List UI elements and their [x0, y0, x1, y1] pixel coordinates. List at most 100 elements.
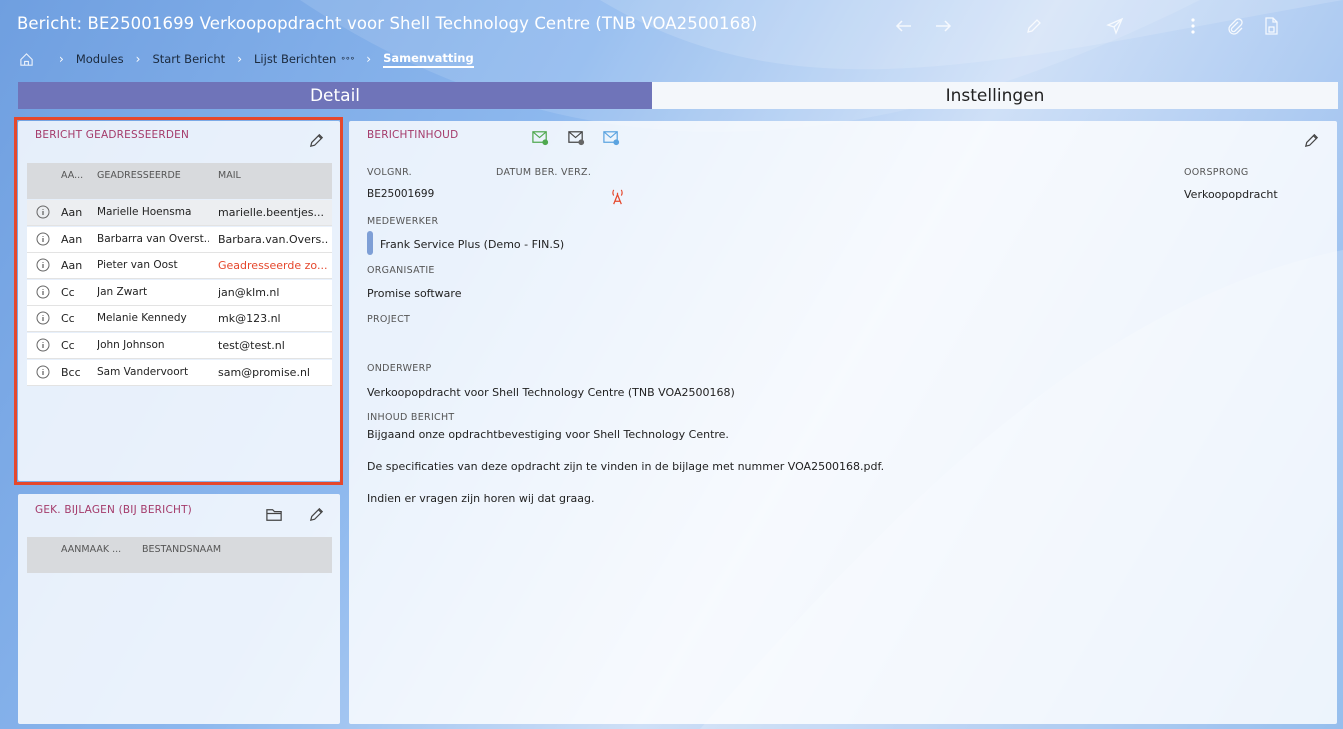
addressee-name: Pieter van Oost: [97, 259, 178, 271]
table-row[interactable]: Aan Barbarra van Overst... Barbara.van.Ove…: [27, 227, 332, 253]
breadcrumb-start-bericht[interactable]: Start Bericht: [152, 52, 225, 66]
column-header-type[interactable]: AA...: [61, 170, 83, 181]
addressee-mail: mk@123.nl: [218, 312, 281, 325]
inhoud-label: INHOUD BERICHT: [367, 412, 455, 423]
arrow-right-icon[interactable]: [931, 14, 955, 38]
message-content-title: BERICHTINHOUD: [367, 129, 459, 141]
info-icon[interactable]: [36, 258, 50, 272]
addressee-name: Melanie Kennedy: [97, 312, 187, 324]
breadcrumb-more[interactable]: ∘∘∘: [340, 54, 355, 64]
medewerker-color-bar: [367, 231, 373, 255]
mail-add-icon: [531, 130, 548, 145]
attachments-title: GEK. BIJLAGEN (BIJ BERICHT): [35, 504, 192, 516]
column-header-filename[interactable]: BESTANDSNAAM: [142, 544, 221, 555]
info-icon[interactable]: [36, 311, 50, 325]
datum-label: DATUM BER. VERZ.: [496, 167, 592, 178]
table-row[interactable]: Bcc Sam Vandervoort sam@promise.nl: [27, 360, 332, 386]
addressee-type: Aan: [61, 206, 83, 219]
addressee-mail: sam@promise.nl: [218, 366, 310, 379]
folder-icon: [265, 508, 282, 521]
breadcrumb: › Modules › Start Bericht › Lijst Berich…: [19, 49, 474, 69]
tab-bar: Detail Instellingen: [18, 82, 1338, 109]
tab-instellingen[interactable]: Instellingen: [652, 82, 1338, 109]
antenna-icon: [606, 185, 628, 207]
breadcrumb-modules[interactable]: Modules: [76, 52, 124, 66]
column-header-addressee[interactable]: GEADRESSEERDE: [97, 170, 181, 181]
volgnr-value: BE25001699: [367, 188, 435, 200]
addressee-name: Marielle Hoensma: [97, 206, 192, 218]
addressee-mail: test@test.nl: [218, 339, 285, 352]
breadcrumb-samenvatting[interactable]: Samenvatting: [383, 51, 474, 68]
pencil-icon: [309, 133, 323, 147]
addressee-type: Aan: [61, 233, 83, 246]
organisatie-value[interactable]: Promise software: [367, 287, 461, 300]
chevron-right-icon: ›: [135, 52, 141, 66]
document-icon[interactable]: [1259, 14, 1283, 38]
addressees-title: BERICHT GEADRESSEERDEN: [35, 129, 190, 141]
edit-message-button[interactable]: [1300, 129, 1322, 151]
mail-settings-icon: [567, 130, 584, 145]
addressee-name: Sam Vandervoort: [97, 366, 189, 378]
addressee-type: Cc: [61, 339, 75, 352]
addressee-type: Cc: [61, 286, 75, 299]
onderwerp-label: ONDERWERP: [367, 363, 432, 374]
pencil-icon[interactable]: [1022, 14, 1046, 38]
home-icon[interactable]: [19, 51, 35, 67]
body-line-3: Indien er vragen zijn horen wij dat graa…: [367, 492, 595, 505]
addressee-type: Aan: [61, 259, 83, 272]
medewerker-label: MEDEWERKER: [367, 216, 439, 227]
open-folder-button[interactable]: [263, 503, 285, 525]
table-row[interactable]: Cc Jan Zwart jan@klm.nl: [27, 280, 332, 306]
addressee-mail: Barbara.van.Overs...: [218, 233, 328, 246]
more-vertical-icon[interactable]: [1181, 14, 1205, 38]
addressee-mail: jan@klm.nl: [218, 286, 280, 299]
column-header-created[interactable]: AANMAAK ...: [61, 544, 121, 555]
attachments-grid-header: AANMAAK ... BESTANDSNAAM: [27, 537, 332, 573]
chevron-right-icon: ›: [366, 52, 372, 66]
mail-add-button[interactable]: [529, 126, 551, 148]
table-row[interactable]: Aan Marielle Hoensma marielle.beentjes...: [27, 200, 332, 226]
addressee-name: Jan Zwart: [97, 286, 148, 298]
oorsprong-value: Verkoopopdracht: [1184, 188, 1278, 201]
addressee-mail: Geadresseerde zo...: [218, 259, 328, 272]
info-icon[interactable]: [36, 285, 50, 299]
attachments-panel: GEK. BIJLAGEN (BIJ BERICHT) AANMAAK ... …: [18, 494, 340, 724]
oorsprong-label: OORSPRONG: [1184, 167, 1249, 178]
volgnr-label: VOLGNR.: [367, 167, 412, 178]
mail-forward-button[interactable]: [600, 126, 622, 148]
breadcrumb-lijst-berichten[interactable]: Lijst Berichten: [254, 52, 336, 66]
arrow-left-icon[interactable]: [892, 14, 916, 38]
column-header-mail[interactable]: MAIL: [218, 170, 241, 181]
medewerker-value[interactable]: Frank Service Plus (Demo - FIN.S): [380, 238, 564, 251]
onderwerp-value: Verkoopopdracht voor Shell Technology Ce…: [367, 386, 735, 399]
window-title: Bericht: BE25001699 Verkoopopdracht voor…: [17, 14, 758, 33]
info-icon[interactable]: [36, 365, 50, 379]
addressee-name: John Johnson: [97, 339, 165, 351]
project-label: PROJECT: [367, 314, 411, 325]
paperclip-icon[interactable]: [1223, 14, 1247, 38]
addressee-type: Cc: [61, 312, 75, 325]
body-line-2: De specificaties van deze opdracht zijn …: [367, 460, 885, 473]
info-icon[interactable]: [36, 205, 50, 219]
addressees-panel: BERICHT GEADRESSEERDEN AA... GEADRESSEER…: [18, 121, 340, 481]
addressee-type: Bcc: [61, 366, 81, 379]
addressee-mail: marielle.beentjes...: [218, 206, 325, 219]
info-icon[interactable]: [36, 232, 50, 246]
mail-settings-button[interactable]: [565, 126, 587, 148]
chevron-right-icon: ›: [59, 52, 64, 66]
send-icon[interactable]: [1103, 14, 1127, 38]
edit-addressees-button[interactable]: [305, 129, 327, 151]
mail-forward-icon: [602, 130, 619, 145]
addressee-name: Barbarra van Overst...: [97, 233, 209, 245]
pencil-icon: [309, 507, 323, 521]
addressees-grid-header: AA... GEADRESSEERDE MAIL: [27, 163, 332, 199]
tab-detail[interactable]: Detail: [18, 82, 652, 109]
info-icon[interactable]: [36, 338, 50, 352]
edit-attachments-button[interactable]: [305, 503, 327, 525]
table-row[interactable]: Cc Melanie Kennedy mk@123.nl: [27, 306, 332, 332]
table-row[interactable]: Cc John Johnson test@test.nl: [27, 333, 332, 359]
organisatie-label: ORGANISATIE: [367, 265, 435, 276]
table-row[interactable]: Aan Pieter van Oost Geadresseerde zo...: [27, 253, 332, 279]
message-content-panel: BERICHTINHOUD VOLGNR. DATUM BER. VERZ. O…: [349, 121, 1337, 724]
pencil-icon: [1304, 133, 1318, 147]
